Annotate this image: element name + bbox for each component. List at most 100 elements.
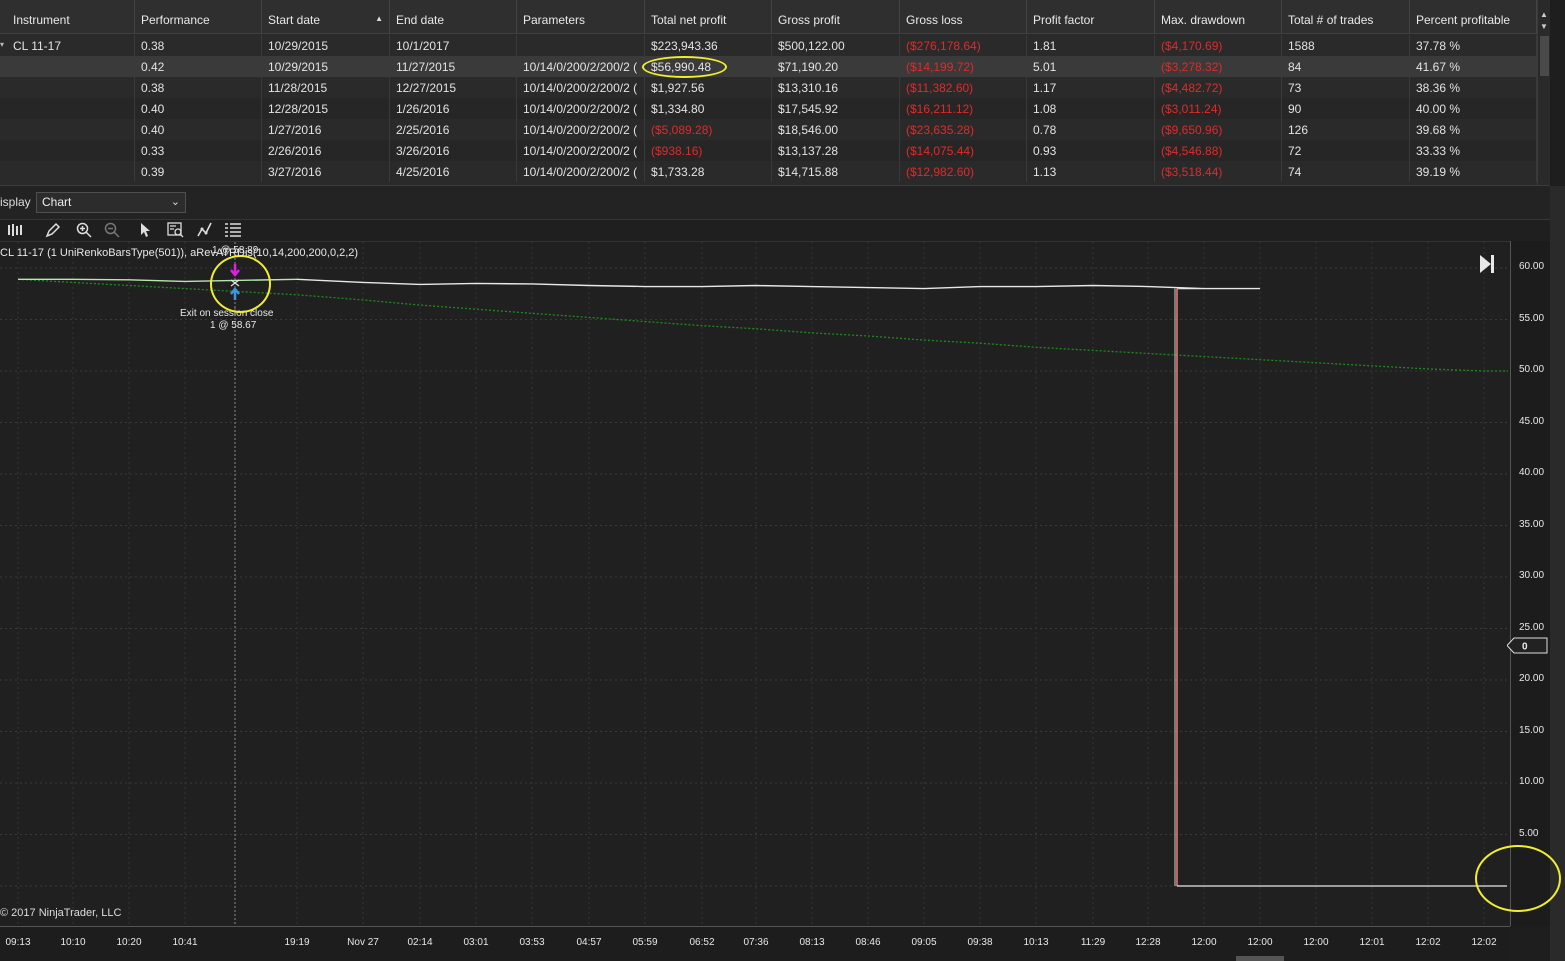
table-cell-net: $1,334.80 [645,98,772,119]
x-tick-label: 10:13 [1023,937,1049,948]
y-tick-label: 60.00 [1519,261,1545,272]
table-cell-pct: 37.78 % [1410,35,1537,56]
table-cell-gross-loss: ($276,178.64) [900,35,1027,56]
data-box-icon[interactable] [166,221,186,239]
column-header[interactable]: Total # of trades [1282,0,1410,34]
x-tick-label: 09:38 [967,937,993,948]
zoom-in-icon[interactable] [74,221,94,239]
display-label: isplay [0,195,31,209]
table-cell-dd: ($4,482.72) [1155,77,1282,98]
y-tick-label: 55.00 [1519,312,1545,324]
zoom-out-icon[interactable] [102,221,122,239]
table-cell-instrument [7,161,135,182]
table-cell-net: $1,927.56 [645,77,772,98]
table-cell-dd: ($4,170.69) [1155,35,1282,56]
table-cell-gross-profit: $14,715.88 [772,161,900,182]
table-cell-end: 3/26/2016 [390,140,517,161]
table-cell-pf: 5.01 [1027,56,1155,77]
scroll-down-icon[interactable]: ▼ [1540,22,1548,31]
table-cell-performance: 0.42 [135,56,262,77]
column-header[interactable]: Gross profit [772,0,900,34]
column-header[interactable]: Total net profit [645,0,772,34]
table-cell-trades: 73 [1282,77,1410,98]
table-cell-pct: 41.67 % [1410,56,1537,77]
y-tick-label: 20.00 [1519,673,1545,684]
jump-to-end-icon[interactable] [1477,252,1497,276]
column-header[interactable]: Instrument [7,0,135,34]
table-row[interactable]: 0.38 11/28/2015 12/27/2015 10/14/0/200/2/20… [0,77,1540,98]
table-cell-pct: 39.19 % [1410,161,1537,182]
table-row[interactable]: ▾ CL 11-17 0.38 10/29/2015 10/1/2017 $223,943… [0,35,1540,56]
table-row[interactable]: 0.40 12/28/2015 1/26/2016 10/14/0/200/2/200… [0,98,1540,119]
column-header[interactable]: Gross loss [900,0,1027,34]
chart-panel[interactable]: CL 11-17 (1 UniRenkoBarsType(501)), aRev… [0,241,1510,927]
entry-arrow-icon [230,264,240,278]
table-cell-performance: 0.33 [135,140,262,161]
display-select[interactable]: Chart ⌄ [36,192,186,213]
table-cell-dd: ($3,278.32) [1155,56,1282,77]
table-cell-gross-profit: $71,190.20 [772,56,900,77]
table-cell-params: 10/14/0/200/2/200/2 ( [517,161,645,182]
properties-icon[interactable] [223,221,243,239]
chevron-down-icon: ⌄ [170,196,180,208]
table-cell-params: 10/14/0/200/2/200/2 ( [517,77,645,98]
column-header[interactable]: End date [390,0,517,34]
table-row[interactable]: 0.42 10/29/2015 11/27/2015 10/14/0/200/2/20… [0,56,1540,77]
pencil-icon[interactable] [43,221,63,239]
x-tick-label: 03:53 [519,937,545,948]
column-header-label: Parameters [523,13,586,27]
x-tick-label: 08:13 [799,937,825,948]
horizontal-scrollbar-thumb[interactable] [1236,956,1284,961]
x-tick-label: 12:28 [1135,937,1161,948]
table-cell-net: ($5,089.28) [645,119,772,140]
column-header[interactable]: Profit factor [1027,0,1155,34]
x-tick-label: 12:02 [1471,937,1497,948]
table-cell-net: ($938.16) [645,140,772,161]
table-cell-performance: 0.40 [135,98,262,119]
table-cell-trades: 72 [1282,140,1410,161]
table-cell-net: $1,733.28 [645,161,772,182]
scrollbar-thumb[interactable] [1540,36,1549,76]
table-row[interactable]: 0.40 1/27/2016 2/25/2016 10/14/0/200/2/200/… [0,119,1540,140]
y-tick-label: 40.00 [1519,467,1545,478]
column-header[interactable]: Max. drawdown [1155,0,1282,34]
table-cell-pf: 1.17 [1027,77,1155,98]
indicator-icon[interactable] [195,221,215,239]
x-tick-label: 07:36 [743,937,769,948]
chart-toolbar [0,220,1550,241]
table-row[interactable]: 0.39 3/27/2016 4/25/2016 10/14/0/200/2/200/… [0,161,1540,182]
exit-annotation-value: 1 @ 58.67 [210,320,257,331]
x-tick-label: 10:41 [172,937,198,948]
table-cell-pf: 1.08 [1027,98,1155,119]
x-tick-label: 04:57 [576,937,602,948]
table-row[interactable]: 0.33 2/26/2016 3/26/2016 10/14/0/200/2/200/… [0,140,1540,161]
table-cell-end: 2/25/2016 [390,119,517,140]
table-cell-instrument [7,119,135,140]
table-cell-end: 10/1/2017 [390,35,517,56]
table-cell-performance: 0.38 [135,77,262,98]
pointer-icon[interactable] [135,221,155,239]
price-axis[interactable]: 60.00 55.00 50.00 45.00 40.00 35.00 30.00 25.00… [1510,241,1550,926]
table-cell-params [517,35,645,56]
table-cell-params: 10/14/0/200/2/200/2 ( [517,119,645,140]
table-cell-start: 3/27/2016 [262,161,390,182]
column-header[interactable]: Performance [135,0,262,34]
y-tick-label: 25.00 [1519,621,1545,633]
table-cell-instrument [7,98,135,119]
column-header[interactable]: Parameters [517,0,645,34]
column-header[interactable]: Percent profitable [1410,0,1537,34]
table-cell-start: 12/28/2015 [262,98,390,119]
x-tick-label: 11:29 [1080,937,1106,948]
table-cell-gross-profit: $500,122.00 [772,35,900,56]
bars-icon[interactable] [5,221,25,239]
entry-annotation: 1 @ 58.89 [212,245,259,256]
copyright: © 2017 NinjaTrader, LLC [0,907,122,919]
column-header[interactable]: Start date ▲ [262,0,390,34]
x-tick-label: 12:00 [1303,937,1329,948]
column-header-label: Gross loss [906,13,963,27]
x-tick-label: 12:01 [1359,937,1385,948]
table-cell-gross-loss: ($11,382.60) [900,77,1027,98]
results-grid: Instrument Performance Start date ▲ End date… [0,0,1550,186]
expand-collapse-icon[interactable]: ▾ [0,35,4,55]
scroll-up-icon[interactable]: ▲ [1540,10,1548,19]
